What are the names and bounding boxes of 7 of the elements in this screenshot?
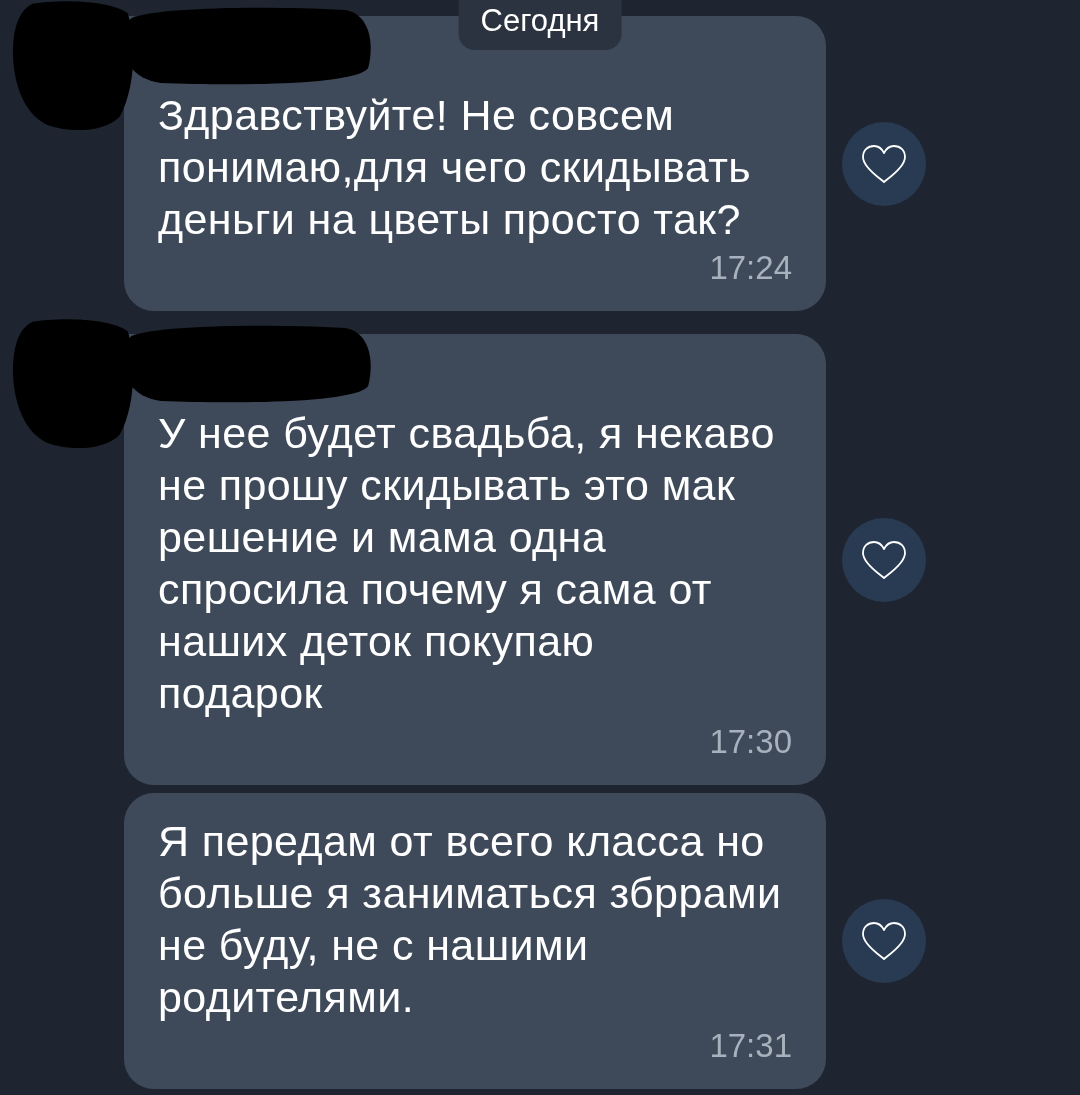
message-time: 17:24 <box>709 249 792 287</box>
message-text: Здравствуйте! Не совсем понимаю,для чего скидывать деньги на цветы просто так? <box>158 90 753 245</box>
date-header: Сегодня <box>458 0 622 50</box>
message-time: 17:31 <box>709 1027 792 1065</box>
message-text: У нее будет свадьба, я некаво не прошу скидывать это мак решение и мама одна спросила почему я сама от наших деток покупаю подарок <box>158 408 776 719</box>
message-text: Я передам от всего класса но больше я заниматься збррами не буду, не с нашими родителями. <box>158 816 783 1023</box>
message-time: 17:30 <box>709 723 792 761</box>
